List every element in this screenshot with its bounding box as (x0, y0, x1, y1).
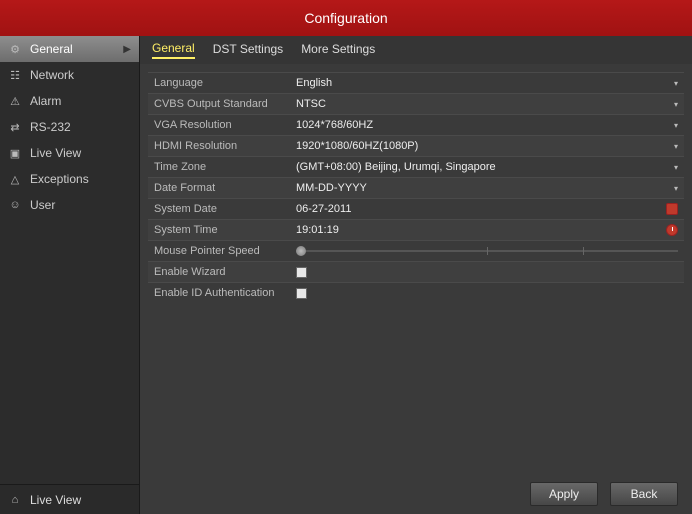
field-cvbs[interactable]: NTSC▾ (296, 98, 684, 110)
sidebar-item-network[interactable]: ☷ Network (0, 62, 139, 88)
label-wizard: Enable Wizard (148, 266, 296, 278)
label-systime: System Time (148, 224, 296, 236)
chevron-down-icon: ▾ (674, 163, 678, 172)
field-mouse[interactable] (296, 245, 684, 257)
field-systime[interactable]: 19:01:19 (296, 224, 684, 236)
chevron-down-icon: ▾ (674, 184, 678, 193)
label-hdmi: HDMI Resolution (148, 140, 296, 152)
value-vga: 1024*768/60HZ (296, 119, 674, 131)
tab-more-settings[interactable]: More Settings (301, 42, 375, 58)
chevron-down-icon: ▾ (674, 121, 678, 130)
home-icon: ⌂ (8, 493, 22, 507)
value-language: English (296, 77, 674, 89)
clock-icon (666, 224, 678, 236)
label-datefmt: Date Format (148, 182, 296, 194)
sidebar-item-alarm[interactable]: ⚠ Alarm (0, 88, 139, 114)
chevron-right-icon: ▶ (123, 44, 131, 55)
back-button[interactable]: Back (610, 482, 678, 506)
value-datefmt: MM-DD-YYYY (296, 182, 674, 194)
serial-icon: ⇄ (8, 120, 22, 134)
body: ⚙ General ▶ ☷ Network ⚠ Alarm ⇄ RS-232 ▣ Live View… (0, 36, 692, 514)
form-area: LanguageEnglish▾CVBS Output StandardNTSC… (140, 64, 692, 474)
chevron-down-icon: ▾ (674, 100, 678, 109)
label-idauth: Enable ID Authentication (148, 287, 296, 299)
label-cvbs: CVBS Output Standard (148, 98, 296, 110)
row-idauth: Enable ID Authentication (148, 282, 684, 303)
sidebar-item-user[interactable]: ☺ User (0, 192, 139, 218)
sidebar-item-general[interactable]: ⚙ General ▶ (0, 36, 139, 62)
titlebar: Configuration (0, 0, 692, 36)
row-vga: VGA Resolution1024*768/60HZ▾ (148, 114, 684, 135)
sidebar-spacer (0, 218, 139, 484)
exceptions-icon: △ (8, 172, 22, 186)
value-tz: (GMT+08:00) Beijing, Urumqi, Singapore (296, 161, 674, 173)
checkbox-idauth[interactable] (296, 288, 307, 299)
user-icon: ☺ (8, 198, 22, 212)
row-cvbs: CVBS Output StandardNTSC▾ (148, 93, 684, 114)
value-cvbs: NTSC (296, 98, 674, 110)
button-bar: Apply Back (140, 474, 692, 514)
label-vga: VGA Resolution (148, 119, 296, 131)
field-language[interactable]: English▾ (296, 77, 684, 89)
alarm-icon: ⚠ (8, 94, 22, 108)
label-language: Language (148, 77, 296, 89)
row-sysdate: System Date06-27-2011 (148, 198, 684, 219)
field-vga[interactable]: 1024*768/60HZ▾ (296, 119, 684, 131)
sidebar-item-live-view[interactable]: ▣ Live View (0, 140, 139, 166)
row-tz: Time Zone(GMT+08:00) Beijing, Urumqi, Si… (148, 156, 684, 177)
tab-dst-settings[interactable]: DST Settings (213, 42, 283, 58)
slider-knob[interactable] (296, 246, 306, 256)
apply-button[interactable]: Apply (530, 482, 598, 506)
field-hdmi[interactable]: 1920*1080/60HZ(1080P)▾ (296, 140, 684, 152)
value-systime: 19:01:19 (296, 224, 666, 236)
chevron-down-icon: ▾ (674, 142, 678, 151)
sidebar-footer-label: Live View (30, 493, 81, 507)
label-sysdate: System Date (148, 203, 296, 215)
label-mouse: Mouse Pointer Speed (148, 245, 296, 257)
sidebar-item-label: User (30, 198, 55, 212)
sidebar-item-label: Exceptions (30, 172, 89, 186)
tab-bar: General DST Settings More Settings (140, 36, 692, 64)
row-wizard: Enable Wizard (148, 261, 684, 282)
sidebar-item-label: Live View (30, 146, 81, 160)
field-idauth[interactable] (296, 288, 684, 299)
value-sysdate: 06-27-2011 (296, 203, 666, 215)
label-tz: Time Zone (148, 161, 296, 173)
tab-general[interactable]: General (152, 41, 195, 59)
network-icon: ☷ (8, 68, 22, 82)
sidebar-item-label: Network (30, 68, 74, 82)
value-hdmi: 1920*1080/60HZ(1080P) (296, 140, 674, 152)
sidebar-item-rs-232[interactable]: ⇄ RS-232 (0, 114, 139, 140)
liveview-icon: ▣ (8, 146, 22, 160)
config-window: Configuration ⚙ General ▶ ☷ Network ⚠ Alarm ⇄ RS… (0, 0, 692, 514)
field-tz[interactable]: (GMT+08:00) Beijing, Urumqi, Singapore▾ (296, 161, 684, 173)
field-datefmt[interactable]: MM-DD-YYYY▾ (296, 182, 684, 194)
sidebar-item-label: RS-232 (30, 120, 71, 134)
row-hdmi: HDMI Resolution1920*1080/60HZ(1080P)▾ (148, 135, 684, 156)
row-mouse: Mouse Pointer Speed (148, 240, 684, 261)
field-wizard[interactable] (296, 267, 684, 278)
row-language: LanguageEnglish▾ (148, 72, 684, 93)
sidebar-item-exceptions[interactable]: △ Exceptions (0, 166, 139, 192)
field-sysdate[interactable]: 06-27-2011 (296, 203, 684, 215)
calendar-icon (666, 203, 678, 215)
main-panel: General DST Settings More Settings Languag… (140, 36, 692, 514)
sidebar-item-label: Alarm (30, 94, 61, 108)
row-systime: System Time19:01:19 (148, 219, 684, 240)
sidebar: ⚙ General ▶ ☷ Network ⚠ Alarm ⇄ RS-232 ▣ Live View… (0, 36, 140, 514)
slider-mouse[interactable] (296, 245, 678, 257)
window-title: Configuration (304, 10, 387, 26)
chevron-down-icon: ▾ (674, 79, 678, 88)
row-datefmt: Date FormatMM-DD-YYYY▾ (148, 177, 684, 198)
sidebar-item-label: General (30, 42, 73, 56)
sidebar-footer-liveview[interactable]: ⌂ Live View (0, 484, 139, 514)
checkbox-wizard[interactable] (296, 267, 307, 278)
gear-icon: ⚙ (8, 42, 22, 56)
